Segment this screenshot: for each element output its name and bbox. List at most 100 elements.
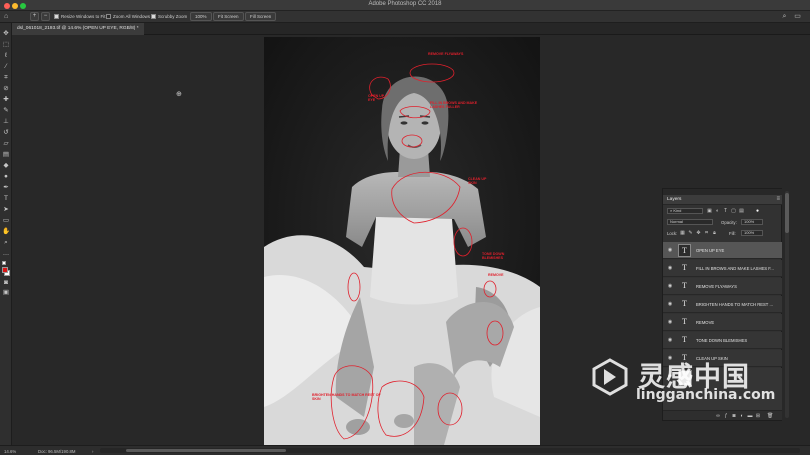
visibility-eye-icon[interactable]: ◉ xyxy=(667,301,673,307)
layers-scrollbar[interactable] xyxy=(785,191,789,418)
fit-screen-button[interactable]: Fit Screen xyxy=(213,12,244,21)
annotation-open-up-eye: OPEN UP EYE xyxy=(368,94,385,102)
zoom-100-button[interactable]: 100% xyxy=(190,12,212,21)
title-bar: Adobe Photoshop CC 2018 xyxy=(0,0,810,11)
layers-scroll-thumb[interactable] xyxy=(785,193,789,233)
annotation-fill-in-brows: FILL IN BROWS AND MAKE LASHES FULLER xyxy=(430,101,478,109)
eyedropper-tool-icon[interactable]: ⊘ xyxy=(2,85,10,93)
foreground-color-swatch[interactable] xyxy=(2,267,8,273)
document-size-readout[interactable]: Doc: 96.5M/190.8M xyxy=(38,449,76,454)
horizontal-scrollbar[interactable] xyxy=(100,448,800,453)
type-layer-thumbnail-icon: T xyxy=(682,317,687,326)
annotation-clean-up-skin: CLEAN UP SKIN xyxy=(468,177,487,185)
screen-mode-icon[interactable]: ▣ xyxy=(2,289,10,297)
lock-label: Lock: xyxy=(667,231,678,236)
lock-image-icon[interactable]: ✎ xyxy=(688,230,693,236)
resize-windows-label: Resize Windows to Fit xyxy=(61,14,106,19)
gradient-tool-icon[interactable]: ▤ xyxy=(2,151,10,159)
type-layer-thumbnail-icon: T xyxy=(682,263,687,272)
layers-panel-footer: ∞ ƒ ◙ ◐ ▬ ⊞ 🗑︎ xyxy=(663,410,783,420)
new-layer-icon[interactable]: ⊞ xyxy=(755,413,761,419)
type-tool-icon[interactable]: T xyxy=(2,195,10,203)
watermark-url-text: lingganchina.com xyxy=(636,387,776,403)
pen-tool-icon[interactable]: ✒ xyxy=(2,184,10,192)
filter-pixel-icon[interactable]: ▣ xyxy=(707,208,712,214)
delete-layer-icon[interactable]: 🗑︎ xyxy=(767,413,773,419)
layer-row-brighten-hands[interactable]: ◉ T BRIGHTEN HANDS TO MATCH REST ... xyxy=(663,296,783,313)
fill-input[interactable]: 100% xyxy=(741,230,763,236)
zoom-in-icon[interactable]: + xyxy=(30,12,39,21)
lock-artboard-icon[interactable]: ⌗ xyxy=(704,230,709,236)
new-group-icon[interactable]: ▬ xyxy=(747,413,753,419)
document-tab[interactable]: dsl_061018_2193.tif @ 14.6% (OPEN UP EYE… xyxy=(12,23,144,35)
filter-kind-label: Kind xyxy=(673,208,682,213)
type-layer-thumbnail-icon: T xyxy=(682,281,687,290)
layer-name: OPEN UP EYE xyxy=(696,248,725,253)
clone-stamp-tool-icon[interactable]: ⊥ xyxy=(2,118,10,126)
home-icon[interactable]: ⌂ xyxy=(4,13,12,20)
path-selection-tool-icon[interactable]: ➤ xyxy=(2,206,10,214)
tools-panel: ✥ ⬚ ℓ ⁄ ⌗ ⊘ ✚ ✎ ⊥ ↺ ▱ ▤ ◆ ● ✒ T ➤ ▭ ✋ ⌕ … xyxy=(0,23,12,445)
scrubby-zoom-checkbox[interactable] xyxy=(151,14,156,19)
layer-row-remove-flyaways[interactable]: ◉ T REMOVE FLYAWAYS xyxy=(663,278,783,295)
eraser-tool-icon[interactable]: ▱ xyxy=(2,140,10,148)
visibility-eye-icon[interactable]: ◉ xyxy=(667,247,673,253)
lock-position-icon[interactable]: ✥ xyxy=(696,230,701,236)
fill-screen-button[interactable]: Fill Screen xyxy=(245,12,277,21)
layer-mask-icon[interactable]: ◙ xyxy=(731,413,737,419)
watermark-logo-icon xyxy=(592,358,628,396)
panel-menu-icon[interactable]: ≡ xyxy=(776,196,780,202)
healing-brush-tool-icon[interactable]: ✚ xyxy=(2,96,10,104)
rectangle-tool-icon[interactable]: ▭ xyxy=(2,217,10,225)
lasso-tool-icon[interactable]: ℓ xyxy=(2,52,10,60)
crop-tool-icon[interactable]: ⌗ xyxy=(2,74,10,82)
horizontal-scroll-thumb[interactable] xyxy=(126,449,286,452)
marquee-tool-icon[interactable]: ⬚ xyxy=(2,41,10,49)
dodge-tool-icon[interactable]: ● xyxy=(2,173,10,181)
magic-wand-tool-icon[interactable]: ⁄ xyxy=(2,63,10,71)
layers-panel-title[interactable]: Layers xyxy=(667,197,681,202)
visibility-eye-icon[interactable]: ◉ xyxy=(667,265,673,271)
layer-row-open-up-eye[interactable]: ◉ T OPEN UP EYE xyxy=(663,242,783,259)
filter-shape-icon[interactable]: ▢ xyxy=(731,208,736,214)
layer-row-tone-down-blemishes[interactable]: ◉ T TONE DOWN BLEMISHES xyxy=(663,332,783,349)
lock-all-icon[interactable]: 🔒︎ xyxy=(712,230,717,236)
document-tab-bar: dsl_061018_2193.tif @ 14.6% (OPEN UP EYE… xyxy=(12,23,810,35)
link-layers-icon[interactable]: ∞ xyxy=(715,413,721,419)
layer-row-remove[interactable]: ◉ T REMOVE xyxy=(663,314,783,331)
adjustment-layer-icon[interactable]: ◐ xyxy=(739,413,745,419)
visibility-eye-icon[interactable]: ◉ xyxy=(667,283,673,289)
layer-filter-kind-select[interactable]: ⌕ Kind xyxy=(667,208,703,214)
visibility-eye-icon[interactable]: ◉ xyxy=(667,337,673,343)
status-menu-arrow-icon[interactable]: › xyxy=(92,449,93,454)
layer-row-fill-in-brows[interactable]: ◉ T FILL IN BROWS AND MAKE LASHES F... xyxy=(663,260,783,277)
more-tools-icon[interactable]: … xyxy=(2,250,10,258)
quick-mask-icon[interactable]: ◙ xyxy=(2,279,10,287)
filter-adjustment-icon[interactable]: ◐ xyxy=(715,208,720,214)
blend-mode-select[interactable]: Normal xyxy=(667,219,713,225)
resize-windows-checkbox[interactable] xyxy=(54,14,59,19)
zoom-all-windows-checkbox[interactable] xyxy=(106,14,111,19)
zoom-tool-icon[interactable]: ⌕ xyxy=(2,239,10,247)
zoom-all-windows-label: Zoom All Windows xyxy=(113,14,151,19)
filter-toggle-icon[interactable]: ● xyxy=(755,208,760,214)
visibility-eye-icon[interactable]: ◉ xyxy=(667,319,673,325)
filter-type-icon[interactable]: T xyxy=(723,208,728,214)
zoom-level-readout[interactable]: 14.6% xyxy=(4,449,16,454)
search-icon[interactable]: ⌕ xyxy=(780,12,789,21)
zoom-out-icon[interactable]: − xyxy=(41,12,50,21)
blur-tool-icon[interactable]: ◆ xyxy=(2,162,10,170)
brush-tool-icon[interactable]: ✎ xyxy=(2,107,10,115)
filter-smart-object-icon[interactable]: ▤ xyxy=(739,208,744,214)
lock-transparent-icon[interactable]: ▦ xyxy=(680,230,685,236)
workspace-icon[interactable]: ▭ xyxy=(793,12,802,21)
document-canvas[interactable]: REMOVE FLYAWAYS FILL IN BROWS AND MAKE L… xyxy=(264,37,540,445)
history-brush-tool-icon[interactable]: ↺ xyxy=(2,129,10,137)
hand-tool-icon[interactable]: ✋ xyxy=(2,228,10,236)
layer-style-icon[interactable]: ƒ xyxy=(723,413,729,419)
move-tool-icon[interactable]: ✥ xyxy=(2,30,10,38)
opacity-input[interactable]: 100% xyxy=(741,219,763,225)
layer-name: REMOVE FLYAWAYS xyxy=(696,284,737,289)
default-colors-icon[interactable] xyxy=(2,261,6,265)
panel-side-strip xyxy=(782,188,810,421)
